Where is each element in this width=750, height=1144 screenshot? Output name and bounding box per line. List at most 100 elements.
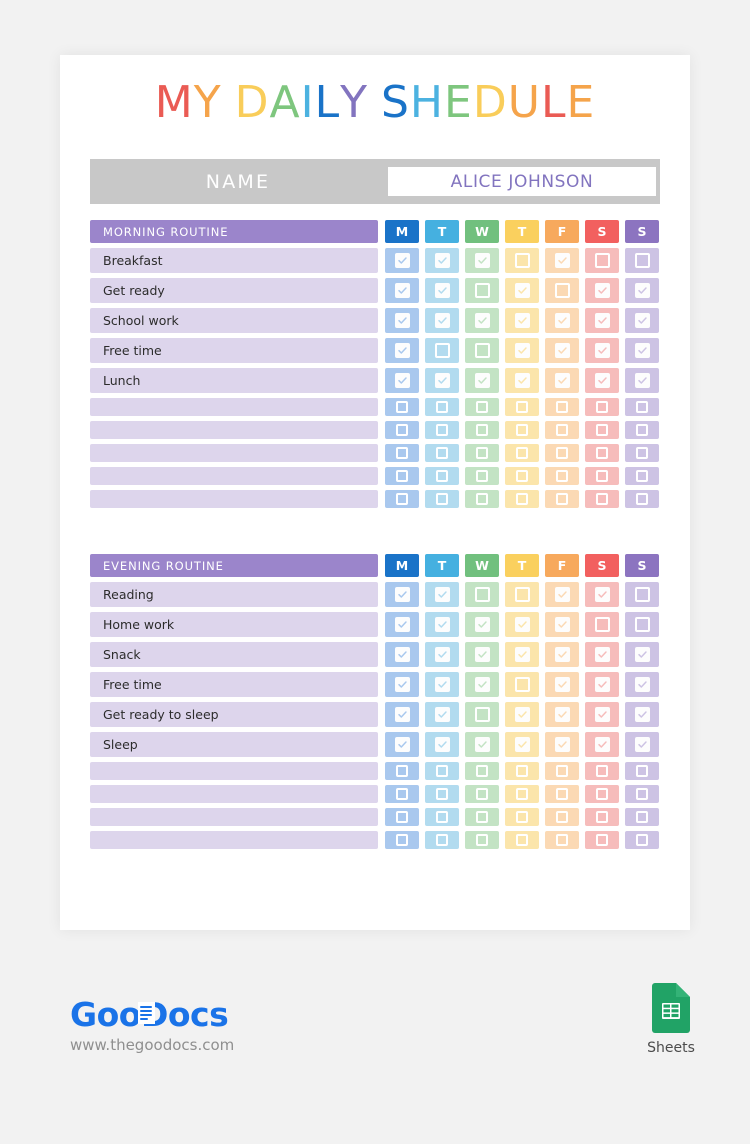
checkbox-checked[interactable] [514, 647, 530, 662]
checkbox-cell-wednesday[interactable] [465, 248, 499, 273]
checkbox-unchecked[interactable] [476, 447, 488, 459]
checkbox-unchecked[interactable] [636, 811, 648, 823]
checkbox-checked[interactable] [594, 677, 610, 692]
checkbox-cell-thursday[interactable] [505, 467, 539, 485]
checkbox-cell-saturday[interactable] [585, 444, 619, 462]
checkbox-unchecked[interactable] [596, 447, 608, 459]
checkbox-cell-friday[interactable] [545, 762, 579, 780]
checkbox-checked[interactable] [554, 737, 570, 752]
task-label-cell[interactable]: Get ready [90, 278, 378, 303]
checkbox-checked[interactable] [394, 737, 410, 752]
checkbox-cell-tuesday[interactable] [425, 808, 459, 826]
checkbox-cell-thursday[interactable] [505, 732, 539, 757]
checkbox-cell-sunday[interactable] [625, 398, 659, 416]
checkbox-cell-thursday[interactable] [505, 338, 539, 363]
checkbox-cell-saturday[interactable] [585, 338, 619, 363]
checkbox-cell-sunday[interactable] [625, 785, 659, 803]
task-label-cell-empty[interactable] [90, 421, 378, 439]
checkbox-cell-saturday[interactable] [585, 582, 619, 607]
checkbox-unchecked[interactable] [436, 470, 448, 482]
checkbox-unchecked[interactable] [436, 811, 448, 823]
checkbox-unchecked[interactable] [514, 587, 530, 602]
checkbox-cell-friday[interactable] [545, 490, 579, 508]
checkbox-cell-thursday[interactable] [505, 808, 539, 826]
checkbox-cell-monday[interactable] [385, 831, 419, 849]
checkbox-cell-saturday[interactable] [585, 732, 619, 757]
checkbox-cell-monday[interactable] [385, 808, 419, 826]
checkbox-cell-sunday[interactable] [625, 612, 659, 637]
checkbox-cell-saturday[interactable] [585, 368, 619, 393]
checkbox-unchecked[interactable] [476, 834, 488, 846]
checkbox-unchecked[interactable] [556, 493, 568, 505]
checkbox-cell-friday[interactable] [545, 702, 579, 727]
checkbox-checked[interactable] [514, 283, 530, 298]
checkbox-checked[interactable] [554, 617, 570, 632]
checkbox-checked[interactable] [634, 737, 650, 752]
checkbox-cell-monday[interactable] [385, 785, 419, 803]
checkbox-cell-tuesday[interactable] [425, 490, 459, 508]
checkbox-checked[interactable] [554, 373, 570, 388]
checkbox-unchecked[interactable] [556, 788, 568, 800]
checkbox-cell-sunday[interactable] [625, 831, 659, 849]
checkbox-cell-saturday[interactable] [585, 421, 619, 439]
checkbox-cell-friday[interactable] [545, 732, 579, 757]
checkbox-cell-tuesday[interactable] [425, 831, 459, 849]
checkbox-checked[interactable] [474, 253, 490, 268]
checkbox-cell-sunday[interactable] [625, 308, 659, 333]
checkbox-unchecked[interactable] [556, 424, 568, 436]
checkbox-unchecked[interactable] [636, 447, 648, 459]
checkbox-checked[interactable] [394, 647, 410, 662]
checkbox-unchecked[interactable] [396, 788, 408, 800]
checkbox-cell-monday[interactable] [385, 368, 419, 393]
checkbox-cell-thursday[interactable] [505, 702, 539, 727]
checkbox-unchecked[interactable] [436, 493, 448, 505]
checkbox-cell-friday[interactable] [545, 642, 579, 667]
checkbox-cell-thursday[interactable] [505, 248, 539, 273]
checkbox-unchecked[interactable] [636, 788, 648, 800]
checkbox-checked[interactable] [394, 587, 410, 602]
checkbox-cell-saturday[interactable] [585, 398, 619, 416]
checkbox-cell-wednesday[interactable] [465, 642, 499, 667]
task-label-cell-empty[interactable] [90, 490, 378, 508]
task-label-cell[interactable]: Free time [90, 672, 378, 697]
checkbox-cell-wednesday[interactable] [465, 368, 499, 393]
checkbox-cell-saturday[interactable] [585, 702, 619, 727]
checkbox-cell-thursday[interactable] [505, 785, 539, 803]
checkbox-cell-tuesday[interactable] [425, 444, 459, 462]
checkbox-checked[interactable] [394, 677, 410, 692]
checkbox-checked[interactable] [474, 647, 490, 662]
checkbox-checked[interactable] [514, 343, 530, 358]
checkbox-cell-sunday[interactable] [625, 582, 659, 607]
checkbox-cell-friday[interactable] [545, 582, 579, 607]
checkbox-cell-monday[interactable] [385, 338, 419, 363]
checkbox-unchecked[interactable] [594, 617, 610, 632]
checkbox-cell-wednesday[interactable] [465, 467, 499, 485]
checkbox-cell-sunday[interactable] [625, 732, 659, 757]
checkbox-cell-wednesday[interactable] [465, 831, 499, 849]
checkbox-cell-monday[interactable] [385, 278, 419, 303]
task-label-cell[interactable]: Free time [90, 338, 378, 363]
checkbox-unchecked[interactable] [596, 765, 608, 777]
checkbox-cell-thursday[interactable] [505, 582, 539, 607]
checkbox-cell-thursday[interactable] [505, 278, 539, 303]
checkbox-checked[interactable] [594, 283, 610, 298]
checkbox-cell-friday[interactable] [545, 278, 579, 303]
checkbox-unchecked[interactable] [396, 493, 408, 505]
checkbox-checked[interactable] [514, 617, 530, 632]
checkbox-cell-monday[interactable] [385, 467, 419, 485]
checkbox-checked[interactable] [434, 587, 450, 602]
goodocs-logo[interactable]: GooDocs www.thegoodocs.com [70, 995, 234, 1054]
checkbox-checked[interactable] [434, 737, 450, 752]
checkbox-cell-thursday[interactable] [505, 642, 539, 667]
checkbox-unchecked[interactable] [514, 677, 530, 692]
checkbox-cell-sunday[interactable] [625, 467, 659, 485]
checkbox-cell-sunday[interactable] [625, 444, 659, 462]
checkbox-unchecked[interactable] [556, 765, 568, 777]
checkbox-unchecked[interactable] [594, 253, 610, 268]
name-input[interactable]: ALICE JOHNSON [388, 167, 656, 196]
checkbox-cell-wednesday[interactable] [465, 398, 499, 416]
checkbox-checked[interactable] [594, 343, 610, 358]
checkbox-cell-sunday[interactable] [625, 642, 659, 667]
checkbox-unchecked[interactable] [556, 447, 568, 459]
checkbox-cell-saturday[interactable] [585, 762, 619, 780]
